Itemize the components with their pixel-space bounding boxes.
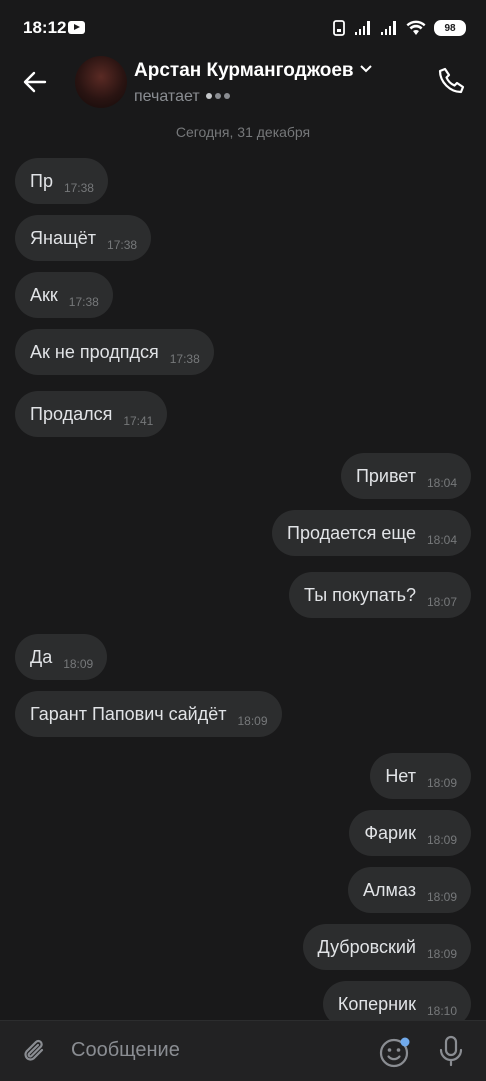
typing-status: печатает bbox=[134, 86, 233, 106]
chevron-down-icon bbox=[359, 65, 372, 73]
message-time: 17:38 bbox=[63, 181, 94, 195]
contact-name[interactable]: Арстан Курмангоджоев bbox=[134, 60, 372, 82]
message-text: Янащёт bbox=[30, 227, 97, 248]
message-text: Продался bbox=[30, 403, 113, 424]
message-text: Нет bbox=[385, 765, 416, 786]
message-bubble[interactable]: Янащёт 17:38 bbox=[15, 215, 152, 261]
date-separator: Сегодня, 31 декабря bbox=[175, 124, 311, 140]
message-text: Дубровский bbox=[317, 936, 416, 957]
message-text: Ак не продпдся bbox=[30, 341, 159, 362]
message-bubble[interactable]: Фарик 18:09 bbox=[349, 810, 471, 856]
status-icons: 98 bbox=[332, 18, 466, 38]
message-text: Да bbox=[30, 646, 53, 667]
status-bar: 18:12 98 bbox=[0, 0, 486, 56]
chat-header: Арстан Курмангоджоев печатает bbox=[0, 56, 486, 116]
message-time: 18:09 bbox=[63, 657, 94, 671]
phone-icon[interactable] bbox=[436, 66, 466, 96]
sticker-icon[interactable] bbox=[378, 1035, 412, 1069]
message-time: 18:09 bbox=[426, 890, 457, 904]
message-text: Продается еще bbox=[287, 522, 416, 543]
message-text: Акк bbox=[30, 284, 58, 305]
message-text: Пр bbox=[30, 170, 53, 191]
message-bubble[interactable]: Нет 18:09 bbox=[370, 753, 471, 799]
message-text: Коперник bbox=[337, 993, 416, 1014]
message-time: 18:09 bbox=[426, 833, 457, 847]
message-bubble[interactable]: Дубровский 18:09 bbox=[302, 924, 471, 970]
battery-icon: 98 bbox=[434, 20, 466, 36]
message-time: 17:38 bbox=[68, 295, 99, 309]
contact-name-label: Арстан Курмангоджоев bbox=[134, 60, 354, 81]
message-text: Алмаз bbox=[363, 879, 416, 900]
paperclip-icon[interactable] bbox=[20, 1036, 50, 1066]
message-bubble[interactable]: Да 18:09 bbox=[15, 634, 108, 680]
youtube-notification-icon bbox=[68, 21, 85, 34]
signal-icon-2 bbox=[381, 21, 396, 35]
signal-icon bbox=[355, 21, 370, 35]
message-text: Фарик bbox=[364, 822, 416, 843]
message-time: 17:38 bbox=[169, 352, 200, 366]
message-bubble[interactable]: Пр 17:38 bbox=[15, 158, 108, 204]
message-bubble[interactable]: Ты покупать? 18:07 bbox=[288, 572, 471, 618]
message-bubble[interactable]: Ак не продпдся 17:38 bbox=[15, 329, 214, 375]
message-bubble[interactable]: Продается еще 18:04 bbox=[272, 510, 471, 556]
message-time: 17:38 bbox=[107, 238, 138, 252]
vibrate-icon bbox=[333, 20, 345, 36]
status-time: 18:12 bbox=[23, 18, 67, 37]
message-text: Ты покупать? bbox=[303, 584, 416, 605]
message-text: Гарант Папович сайдёт bbox=[30, 703, 227, 724]
microphone-icon[interactable] bbox=[438, 1035, 464, 1067]
message-time: 18:10 bbox=[426, 1004, 457, 1018]
message-time: 18:07 bbox=[426, 595, 457, 609]
message-time: 18:04 bbox=[426, 533, 457, 547]
typing-dots-icon bbox=[205, 86, 233, 104]
avatar[interactable] bbox=[75, 56, 127, 108]
message-bubble[interactable]: Акк 17:38 bbox=[15, 272, 113, 318]
message-time: 17:41 bbox=[123, 414, 154, 428]
message-time: 18:04 bbox=[426, 476, 457, 490]
message-time: 18:09 bbox=[237, 714, 268, 728]
message-time: 18:09 bbox=[426, 947, 457, 961]
message-bubble[interactable]: Привет 18:04 bbox=[340, 453, 471, 499]
message-bubble[interactable]: Алмаз 18:09 bbox=[348, 867, 471, 913]
message-composer bbox=[0, 1020, 486, 1081]
message-bubble[interactable]: Гарант Папович сайдёт 18:09 bbox=[15, 691, 282, 737]
wifi-icon bbox=[406, 20, 426, 35]
message-bubble[interactable]: Продался 17:41 bbox=[15, 391, 168, 437]
message-text: Привет bbox=[355, 465, 416, 486]
message-input[interactable] bbox=[71, 1039, 351, 1062]
back-arrow-icon[interactable] bbox=[21, 68, 49, 96]
typing-status-label: печатает bbox=[134, 88, 200, 105]
message-time: 18:09 bbox=[426, 776, 457, 790]
